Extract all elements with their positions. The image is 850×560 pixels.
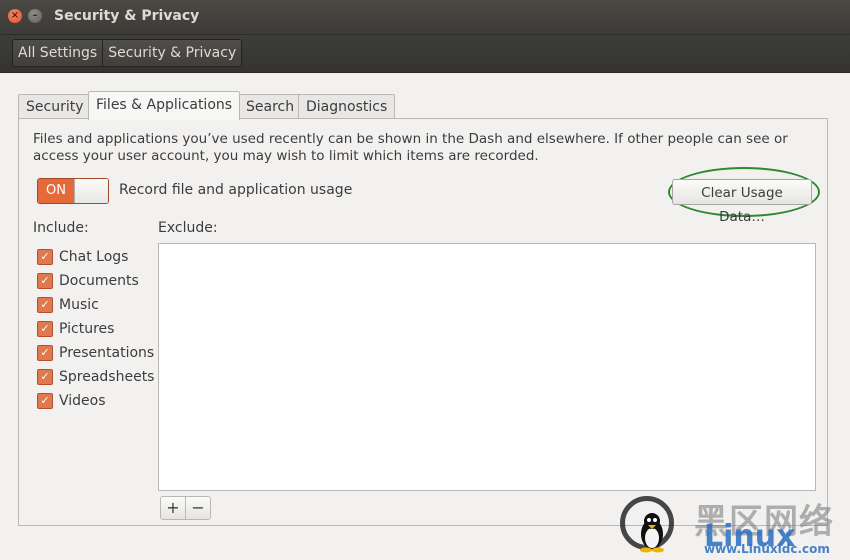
description-text: Files and applications you’ve used recen…	[33, 131, 788, 164]
checkbox-checked-icon[interactable]: ✓	[37, 297, 53, 313]
switch-state-label: ON	[38, 179, 74, 203]
include-label: Include:	[33, 220, 89, 236]
remove-icon[interactable]: −	[185, 497, 210, 519]
include-item-spreadsheets[interactable]: ✓ Spreadsheets	[37, 365, 154, 389]
include-item-pictures[interactable]: ✓ Pictures	[37, 317, 154, 341]
checkbox-checked-icon[interactable]: ✓	[37, 321, 53, 337]
tab-security[interactable]: Security	[18, 94, 92, 119]
breadcrumb-all-settings[interactable]: All Settings	[13, 40, 103, 66]
include-item-label: Documents	[59, 273, 139, 289]
include-item-label: Presentations	[59, 345, 155, 361]
title-bar: × – Security & Privacy	[0, 0, 850, 35]
include-item-label: Spreadsheets	[59, 369, 155, 385]
switch-knob[interactable]	[74, 179, 108, 203]
watermark-url: www.Linuxidc.com	[704, 542, 830, 556]
include-item-videos[interactable]: ✓ Videos	[37, 389, 154, 413]
exclude-list[interactable]	[158, 243, 816, 491]
toolbar: All Settings Security & Privacy	[0, 35, 850, 73]
clear-usage-data-button[interactable]: Clear Usage Data…	[672, 179, 812, 225]
include-item-label: Videos	[59, 393, 106, 409]
breadcrumb-security-privacy[interactable]: Security & Privacy	[102, 40, 242, 66]
breadcrumb: All Settings Security & Privacy	[12, 39, 243, 67]
include-item-label: Chat Logs	[59, 249, 129, 265]
exclude-list-toolbar: + −	[160, 496, 211, 520]
checkbox-checked-icon[interactable]: ✓	[37, 273, 53, 289]
checkbox-checked-icon[interactable]: ✓	[37, 369, 53, 385]
close-icon[interactable]: ×	[8, 9, 22, 23]
tab-diagnostics[interactable]: Diagnostics	[298, 94, 396, 119]
window-title: Security & Privacy	[54, 8, 200, 24]
checkbox-checked-icon[interactable]: ✓	[37, 345, 53, 361]
include-list: ✓ Chat Logs ✓ Documents ✓ Music ✓ Pictur…	[37, 245, 154, 413]
include-item-label: Music	[59, 297, 99, 313]
checkbox-checked-icon[interactable]: ✓	[37, 249, 53, 265]
include-item-documents[interactable]: ✓ Documents	[37, 269, 154, 293]
include-item-label: Pictures	[59, 321, 115, 337]
include-item-music[interactable]: ✓ Music	[37, 293, 154, 317]
penguin-icon	[640, 513, 664, 553]
include-item-presentations[interactable]: ✓ Presentations	[37, 341, 154, 365]
tab-search[interactable]: Search	[238, 94, 303, 119]
record-usage-switch[interactable]: ON	[37, 178, 109, 204]
include-item-chat-logs[interactable]: ✓ Chat Logs	[37, 245, 154, 269]
exclude-label: Exclude:	[158, 220, 218, 236]
checkbox-checked-icon[interactable]: ✓	[37, 393, 53, 409]
record-usage-label: Record file and application usage	[119, 182, 353, 198]
add-icon[interactable]: +	[161, 497, 185, 519]
minimize-icon[interactable]: –	[28, 9, 42, 23]
tab-files-applications[interactable]: Files & Applications	[88, 91, 241, 120]
